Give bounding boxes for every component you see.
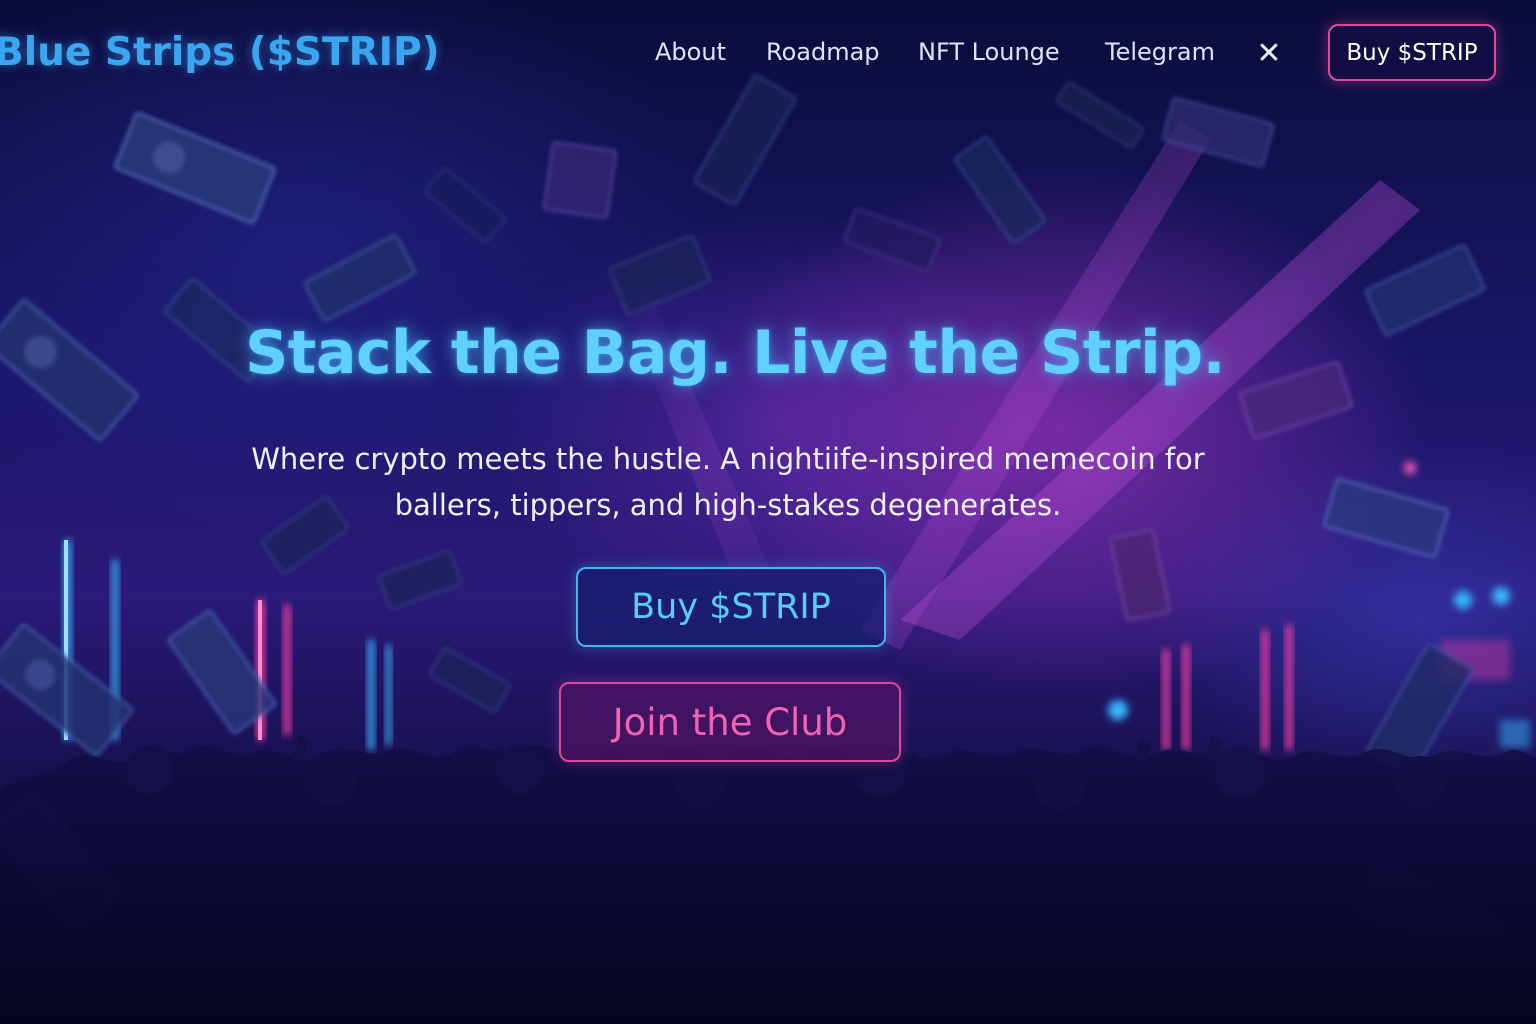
landing-page: Blue Strips ($STRIP) About Roadmap NFT L… [0, 0, 1536, 1024]
nav-link-roadmap[interactable]: Roadmap [766, 38, 880, 66]
top-navigation: Blue Strips ($STRIP) About Roadmap NFT L… [0, 0, 1536, 110]
nav-link-telegram[interactable]: Telegram [1105, 38, 1215, 66]
nav-link-about[interactable]: About [655, 38, 726, 66]
nav-buy-button-label: Buy $STRIP [1346, 39, 1478, 66]
crowd-silhouette [0, 735, 1536, 1024]
join-club-button-label: Join the Club [612, 700, 848, 744]
close-icon[interactable]: ✕ [1255, 34, 1283, 74]
hero-title: Stack the Bag. Live the Strip. [245, 318, 1225, 388]
nav-buy-button[interactable]: Buy $STRIP [1328, 24, 1496, 81]
hero-subtitle: Where crypto meets the hustle. A nightii… [251, 442, 1205, 522]
buy-strip-button-label: Buy $STRIP [631, 587, 831, 627]
brand-logo-text[interactable]: Blue Strips ($STRIP) [0, 30, 440, 75]
buy-strip-button[interactable]: Buy $STRIP [576, 567, 886, 647]
join-club-button[interactable]: Join the Club [559, 682, 901, 762]
nav-link-nft-lounge[interactable]: NFT Lounge [918, 38, 1060, 66]
